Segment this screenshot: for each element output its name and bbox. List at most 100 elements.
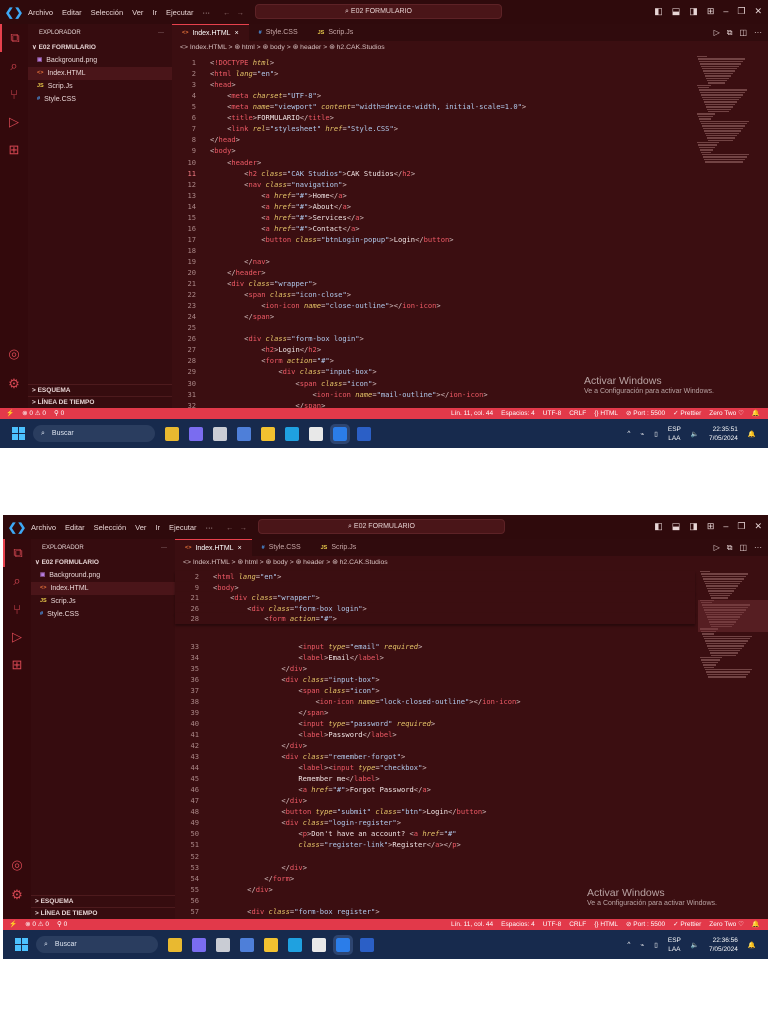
code-line[interactable]: 3 <head> — [172, 79, 692, 90]
sticky-scroll-line[interactable]: 21 <div class="wrapper"> — [175, 592, 695, 603]
file-item[interactable]: # Style.CSS — [28, 93, 172, 106]
taskbar-app-icon[interactable] — [168, 937, 182, 952]
timeline-section[interactable]: > LÍNEA DE TIEMPO — [28, 396, 172, 408]
taskbar-search[interactable]: ⌕ Buscar — [33, 425, 155, 442]
code-line[interactable]: 17 <button class="btnLogin-popup">Login<… — [172, 234, 692, 245]
toggle-sidebar-icon[interactable]: ◧ — [654, 521, 663, 532]
code-line[interactable]: 49 <div class="login-register"> — [175, 817, 695, 828]
split-editor-icon[interactable]: ◫ — [739, 543, 747, 553]
menu-item[interactable]: Ejecutar — [169, 523, 197, 532]
code-line[interactable]: 23 <ion-icon name="close-outline"></ion-… — [172, 300, 692, 311]
menu-item[interactable]: Ejecutar — [166, 8, 194, 17]
code-line[interactable]: 50 <p>Don't have an account? <a href="#" — [175, 828, 695, 839]
code-line[interactable]: 1 <!DOCTYPE html> — [172, 57, 692, 68]
file-item[interactable]: JS Scrip.Js — [28, 80, 172, 93]
taskbar-app-icon[interactable] — [357, 426, 371, 441]
more-actions-icon[interactable]: ··· — [158, 30, 164, 36]
toggle-panel-icon[interactable]: ⬓ — [672, 521, 681, 532]
code-line[interactable]: 41 <label>Password</label> — [175, 729, 695, 740]
volume-icon[interactable]: 🔈 — [691, 941, 699, 949]
status-left-item[interactable]: ⚲ 0 — [54, 408, 64, 419]
code-line[interactable]: 40 <input type="password" required> — [175, 718, 695, 729]
code-line[interactable]: 52 — [175, 851, 695, 862]
maximize-button[interactable]: ❐ — [737, 6, 745, 17]
code-line[interactable]: 15 <a href="#">Services</a> — [172, 212, 692, 223]
extensions-icon[interactable]: ⊞ — [3, 651, 31, 679]
taskbar-app-icon[interactable] — [288, 937, 302, 952]
taskbar-app-icon[interactable] — [333, 934, 353, 955]
code-line[interactable]: 19 </nav> — [172, 256, 692, 267]
taskbar-app-icon[interactable] — [285, 426, 299, 441]
explorer-icon[interactable]: ⧉ — [0, 24, 28, 52]
status-right-item[interactable]: {} HTML — [594, 919, 618, 930]
toggle-secondary-sidebar-icon[interactable]: ◨ — [689, 6, 698, 17]
code-line[interactable]: 26 <div class="form-box login"> — [172, 333, 692, 344]
file-item[interactable]: <> Index.HTML — [28, 67, 172, 80]
taskbar-app-icon[interactable] — [237, 426, 251, 441]
battery-icon[interactable]: ▯ — [654, 941, 658, 949]
code-line[interactable]: 28 <form action="#"> — [172, 355, 692, 366]
clock[interactable]: 22:35:51 7/05/2024 — [709, 425, 738, 443]
folder-e02-formulario[interactable]: ∨ E02 FORMULARIO — [31, 556, 175, 569]
taskbar-search[interactable]: ⌕ Buscar — [36, 936, 158, 953]
volume-icon[interactable]: 🔈 — [691, 430, 699, 438]
code-editor[interactable]: 1 <!DOCTYPE html> 2 <html lang="en"> 3 <head>… — [172, 55, 692, 410]
outline-section[interactable]: > ESQUEMA — [28, 384, 172, 396]
breadcrumb[interactable]: <> Index.HTML > ⊛ html > ⊛ body > ⊛ head… — [183, 557, 388, 569]
sticky-scroll-line[interactable]: 9 <body> — [175, 581, 695, 593]
windows-start-icon[interactable] — [15, 938, 28, 951]
battery-icon[interactable]: ▯ — [654, 430, 658, 438]
command-center-search[interactable]: ⌕ E02 FORMULARIO — [258, 519, 505, 534]
taskbar-app-icon[interactable] — [312, 937, 326, 952]
menu-item[interactable]: Editar — [62, 8, 82, 17]
status-right-item[interactable]: Espacios: 4 — [501, 408, 535, 419]
code-line[interactable]: 25 — [172, 322, 692, 333]
customize-layout-icon[interactable]: ⊞ — [707, 521, 715, 532]
code-line[interactable]: 35 </div> — [175, 663, 695, 674]
run-debug-icon[interactable]: ▷ — [0, 108, 28, 136]
code-line[interactable]: 18 — [172, 245, 692, 256]
menu-item[interactable]: Ir — [152, 8, 157, 17]
close-tab-icon[interactable]: × — [238, 545, 242, 552]
status-left-item[interactable]: ⊗ 0 ⚠ 0 — [25, 919, 49, 930]
status-right-item[interactable]: CRLF — [569, 919, 586, 930]
timeline-section[interactable]: > LÍNEA DE TIEMPO — [31, 907, 175, 919]
taskbar-app-icon[interactable] — [165, 426, 179, 441]
gear-icon[interactable]: ⚙ — [3, 881, 31, 909]
windows-start-icon[interactable] — [12, 427, 25, 440]
nav-arrows[interactable]: ←→ — [223, 8, 250, 17]
tab-scrip-js[interactable]: JS Scrip.Js — [311, 539, 367, 556]
search-icon[interactable]: ⌕ — [0, 52, 28, 80]
breadcrumb[interactable]: <> Index.HTML > ⊛ html > ⊛ body > ⊛ head… — [180, 42, 385, 54]
code-line[interactable]: 6 <title>FORMULARIO</title> — [172, 112, 692, 123]
run-icon[interactable]: ▷ — [714, 543, 720, 553]
code-line[interactable]: 46 <a href="#">Forgot Password</a> — [175, 784, 695, 795]
taskbar-app-icon[interactable] — [240, 937, 254, 952]
code-line[interactable]: 37 <span class="icon"> — [175, 685, 695, 696]
status-right-item[interactable]: ⊘ Port : 5500 — [626, 919, 665, 930]
tab-index-html[interactable]: <> Index.HTML × — [172, 24, 249, 41]
code-line[interactable]: 7 <link rel="stylesheet" href="Style.CSS… — [172, 123, 692, 134]
account-icon[interactable]: ◎ — [3, 851, 31, 879]
minimize-button[interactable]: – — [723, 6, 728, 17]
maximize-button[interactable]: ❐ — [737, 521, 745, 532]
status-right-item[interactable]: Zero Two ♡ — [709, 408, 744, 419]
code-line[interactable]: 2 <html lang="en"> — [172, 68, 692, 79]
notification-bell-icon[interactable]: 🔔 — [748, 941, 756, 949]
tab-style-css[interactable]: # Style.CSS — [249, 24, 308, 41]
close-tab-icon[interactable]: × — [235, 30, 239, 37]
more-actions-icon[interactable]: ··· — [161, 545, 167, 551]
code-line[interactable]: 21 <div class="wrapper"> — [172, 278, 692, 289]
code-line[interactable]: 39 </span> — [175, 707, 695, 718]
more-actions-icon[interactable]: ··· — [754, 543, 762, 553]
toggle-secondary-sidebar-icon[interactable]: ◨ — [689, 521, 698, 532]
chevron-up-icon[interactable]: ^ — [627, 430, 630, 437]
code-line[interactable]: 36 <div class="input-box"> — [175, 674, 695, 685]
minimize-button[interactable]: – — [723, 521, 728, 532]
tab-style-css[interactable]: # Style.CSS — [252, 539, 311, 556]
open-changes-icon[interactable]: ⧉ — [727, 543, 733, 553]
code-line[interactable]: 24 </span> — [172, 311, 692, 322]
code-line[interactable]: 11 <h2 class="CAK Studios">CAK Studios</… — [172, 168, 692, 179]
source-control-icon[interactable]: ⑂ — [0, 80, 28, 108]
command-center-search[interactable]: ⌕ E02 FORMULARIO — [255, 4, 502, 19]
